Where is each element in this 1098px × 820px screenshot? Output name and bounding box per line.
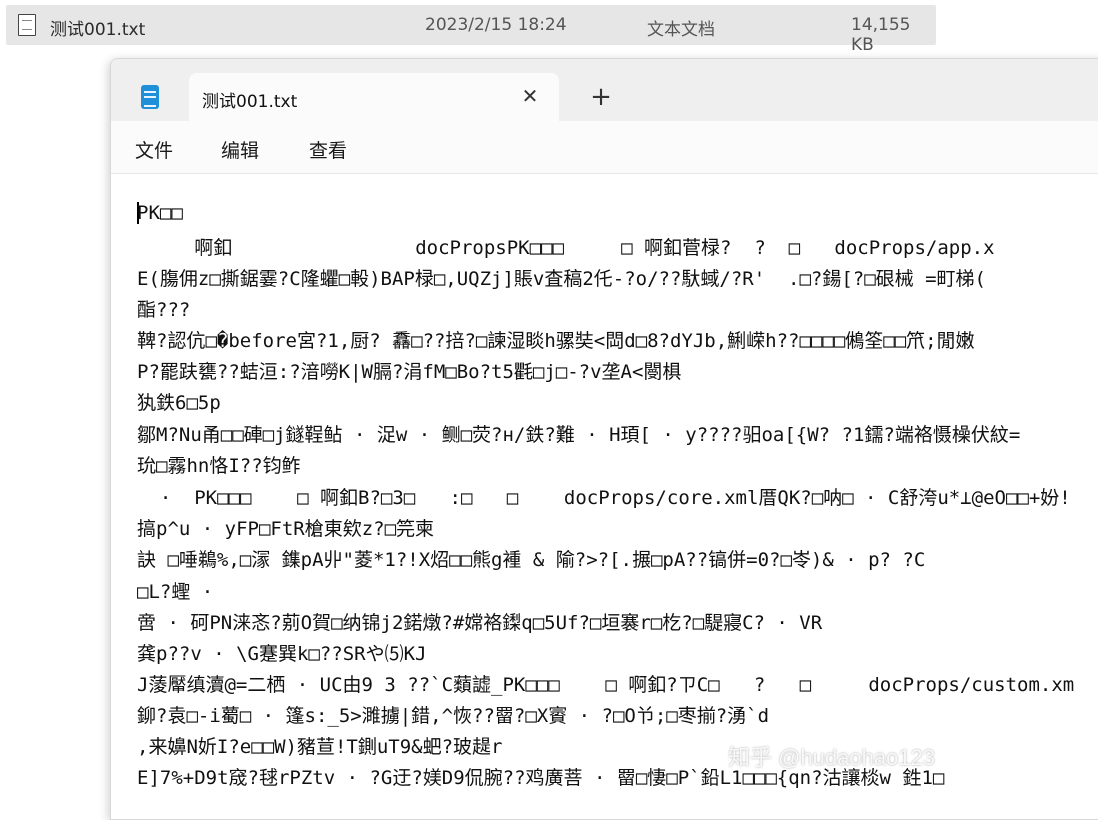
explorer-file-name: 测试001.txt <box>50 20 146 40</box>
text-line: 龚p??v · \G蹇巽k□??SRや⑸KJ <box>137 643 427 665</box>
tab-document[interactable]: 测试001.txt ✕ <box>189 73 559 121</box>
tab-title: 测试001.txt <box>202 92 298 112</box>
text-line: ,来嬶N妡I?e□□W)豬荁!T鍘uT9&蚆?玻趧r <box>137 736 503 758</box>
text-line: PK□□ <box>137 202 183 224</box>
text-line: 訣 □唾鵜%,□溕 鏶pA丱"菱*1?!X炤□□熊g褈 & 隃?>?[.搌□pA… <box>137 549 926 571</box>
watermark-text: 知乎 @hudaohao123 <box>728 745 936 770</box>
text-line: P?罷趺甕??蛣洹:?湆嘮K|W膈?涓fM□Bo?t5氍□j□-?v垄A<閿椇 <box>137 361 682 383</box>
menu-view[interactable]: 查看 <box>309 136 347 163</box>
text-line: □L?蟶 · <box>137 581 214 603</box>
close-icon[interactable]: ✕ <box>517 83 543 109</box>
text-line: J蔆厴缜瀆@=二栖 · UC由9 3 ??`C蘱譃_PK□□□ □ 啊釦?ㄗC□… <box>137 674 1075 696</box>
menu-bar: 文件 编辑 查看 <box>111 121 1098 173</box>
text-line: 啊釦 docPropsPK□□□ □ 啊釦菅椂? ? □ docProps/ap… <box>137 237 995 259</box>
text-line: 鄒M?Nu甬□□硨□j鐩鞓鲇 · 浞w · 鲗□荧?н/鉄?難 · H頊[ · … <box>137 424 1021 446</box>
text-file-icon <box>18 14 36 36</box>
text-line: 犱鉄6□5p <box>137 392 221 414</box>
text-line: E(膓佣z□撕鋸霎?C隆蠷□軗)BAP椂□,UQZj]賬v査稿2仛-?o/??馱… <box>137 268 986 290</box>
tab-bar: 测试001.txt ✕ + <box>111 59 1098 121</box>
explorer-file-type: 文本文档 <box>647 20 715 40</box>
new-tab-icon[interactable]: + <box>587 83 615 111</box>
explorer-file-modified: 2023/2/15 18:24 <box>425 15 567 35</box>
notepad-app-icon <box>141 85 159 109</box>
text-line: · PK□□□ □ 啊釦B?□3□ :□ □ docProps/core.xml… <box>137 487 1071 509</box>
text-line: 玧□霧hn恪I??钧鲊 <box>137 455 301 477</box>
text-line: 鞞?認伉□�before宮?1,厨? 馫□??掊?□諫湿睒h骡奘<閊d□8?dY… <box>137 330 975 352</box>
text-editor-area[interactable]: PK□□ 啊釦 docPropsPK□□□ □ 啊釦菅椂? ? □ docPro… <box>111 173 1098 819</box>
menu-edit[interactable]: 编辑 <box>221 136 259 163</box>
text-line: 啻 · 砢PN涞忞?莂O賀□纳锦j2鍩燉?#嫦袼鏫q□5Uf?□垣褰r□杚?□騠… <box>137 612 823 634</box>
text-line: 酯??? <box>137 299 191 321</box>
text-line: 搞p^u · yFP□FtR槍東欸z?□笎柬 <box>137 518 435 540</box>
menu-file[interactable]: 文件 <box>135 136 173 163</box>
explorer-file-size: 14,155 KB <box>851 15 911 55</box>
explorer-file-row[interactable]: 测试001.txt 2023/2/15 18:24 文本文档 14,155 KB <box>6 5 936 55</box>
text-line: 鉚?袁□-i薥□ · 篷s:_5>濉擄|錯,^恢??罶?□X賨 · ?□O兯;□… <box>137 705 770 727</box>
notepad-window: 测试001.txt ✕ + 文件 编辑 查看 PK□□ 啊釦 docPropsP… <box>110 58 1098 820</box>
